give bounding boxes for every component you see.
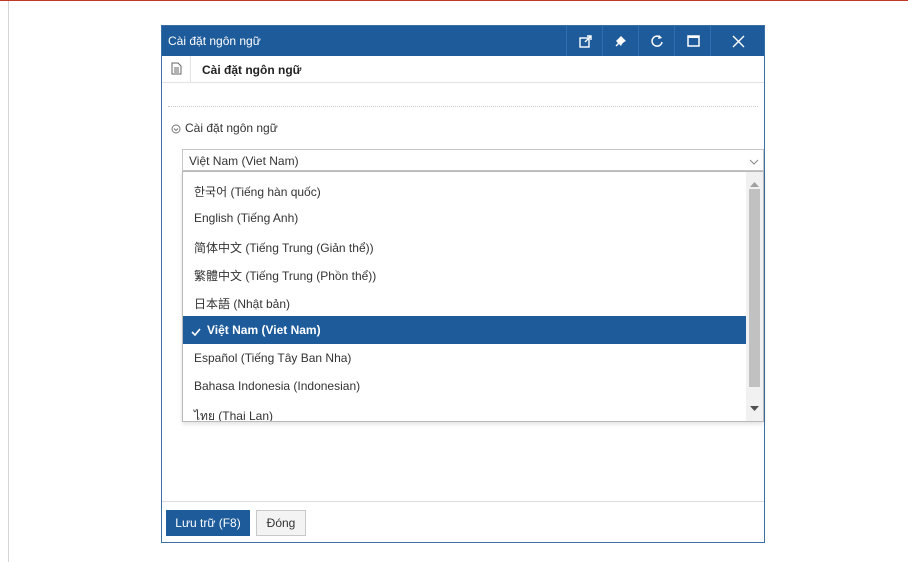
external-link-button[interactable] [566,26,603,56]
language-select-value: Việt Nam (Viet Nam) [189,154,299,168]
subheader-title: Cài đặt ngôn ngữ [202,63,302,77]
maximize-button[interactable] [674,26,711,56]
language-option[interactable]: ไทย (Thai Lan) [183,400,746,421]
pin-button[interactable] [602,26,639,56]
save-button[interactable]: Lưu trữ (F8) [166,510,250,536]
language-option[interactable]: 日本語 (Nhật bản) [183,288,746,316]
maximize-icon [686,35,700,47]
dropdown-scrollbar[interactable] [746,172,763,421]
language-select[interactable]: Việt Nam (Viet Nam) [182,149,764,171]
dotted-divider [168,106,758,107]
checkmark-icon [191,325,201,339]
section-label: Cài đặt ngôn ngữ [185,121,278,135]
refresh-button[interactable] [638,26,675,56]
scroll-down-icon[interactable] [750,401,759,415]
language-option[interactable]: Bahasa Indonesia (Indonesian) [183,372,746,400]
language-option[interactable]: 한국어 (Tiếng hàn quốc) [183,176,746,204]
language-option-selected[interactable]: Việt Nam (Viet Nam) [183,316,746,344]
dialog-title: Cài đặt ngôn ngữ [168,34,261,48]
external-link-icon [578,34,592,48]
language-option[interactable]: English (Tiếng Anh) [183,204,746,232]
pin-icon [615,35,627,47]
language-dropdown-list: 한국어 (Tiếng hàn quốc) English (Tiếng Anh)… [182,171,764,422]
refresh-icon [650,34,664,48]
scrollbar-thumb[interactable] [749,189,760,387]
dialog-footer: Lưu trữ (F8) Đóng [162,501,764,542]
section-heading: Cài đặt ngôn ngữ [171,121,278,135]
subheader-divider [190,56,191,82]
close-button[interactable] [710,26,766,56]
close-icon [732,35,745,48]
chevron-down-icon[interactable] [749,155,759,169]
top-accent-line [0,0,908,1]
document-icon [171,62,182,78]
left-border-line [8,1,9,562]
dialog-titlebar[interactable]: Cài đặt ngôn ngữ [162,26,764,56]
language-option[interactable]: Español (Tiếng Tây Ban Nha) [183,344,746,372]
collapse-circle-icon[interactable] [171,123,181,134]
language-option[interactable]: 简体中文 (Tiếng Trung (Giản thể)) [183,232,746,260]
language-settings-dialog: Cài đặt ngôn ngữ Cài đặt ngôn ngữ Cài đặ… [161,25,765,543]
close-dialog-button[interactable]: Đóng [256,510,306,536]
language-option[interactable]: 繁體中文 (Tiếng Trung (Phồn thể)) [183,260,746,288]
dialog-subheader: Cài đặt ngôn ngữ [162,56,764,83]
